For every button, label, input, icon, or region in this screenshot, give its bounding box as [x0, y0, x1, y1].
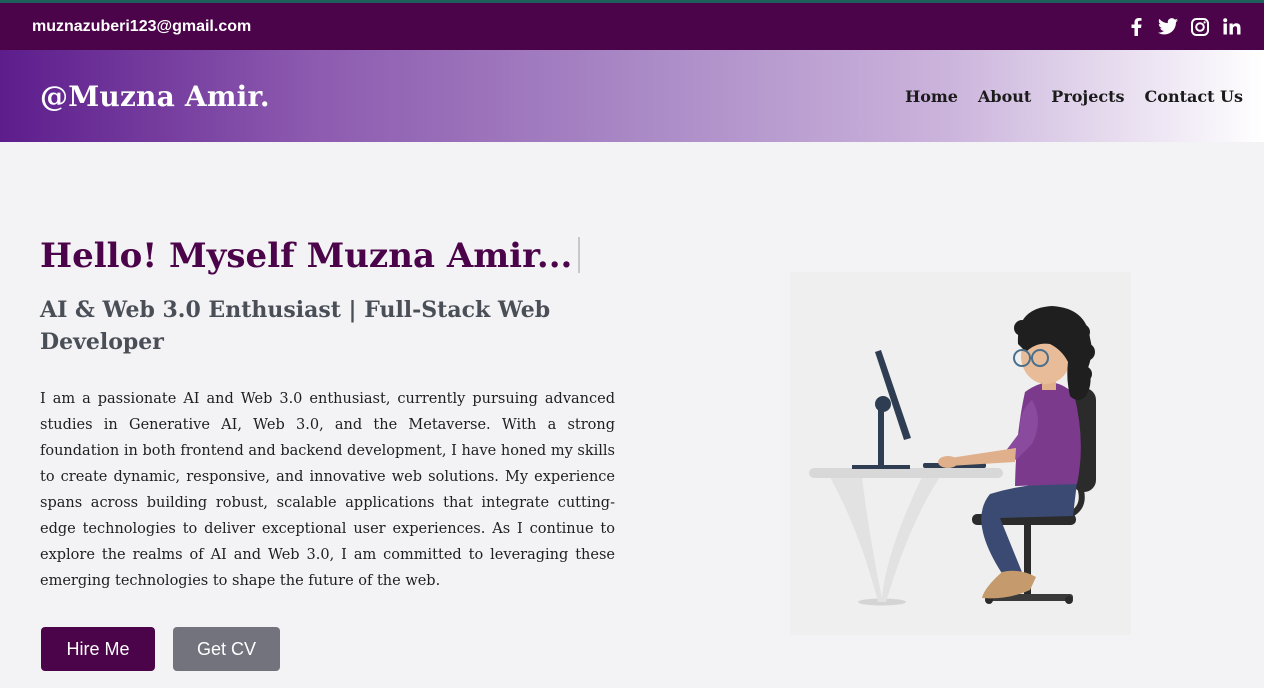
topbar: muznazuberi123@gmail.com [0, 3, 1264, 50]
nav-about[interactable]: About [978, 87, 1031, 106]
nav-home[interactable]: Home [905, 87, 958, 106]
brand-logo[interactable]: @Muzna Amir. [40, 80, 270, 113]
facebook-icon[interactable] [1126, 17, 1146, 37]
nav-contact-us[interactable]: Contact Us [1145, 87, 1243, 106]
hero-description: I am a passionate AI and Web 3.0 enthusi… [40, 391, 615, 589]
nav-projects[interactable]: Projects [1051, 87, 1124, 106]
twitter-icon[interactable] [1158, 17, 1178, 37]
navbar: @Muzna Amir. Home About Projects Contact… [0, 50, 1264, 142]
instagram-icon[interactable] [1190, 17, 1210, 37]
linkedin-icon[interactable] [1222, 17, 1242, 37]
woman-at-computer-illustration [790, 272, 1131, 635]
hire-me-button[interactable]: Hire Me [41, 627, 155, 671]
get-cv-button[interactable]: Get CV [173, 627, 280, 671]
hero-title: Hello! Myself Muzna Amir... [40, 236, 581, 276]
developer-illustration [790, 272, 1131, 635]
typing-cursor [578, 237, 581, 273]
main-nav: Home About Projects Contact Us [905, 87, 1243, 106]
hero-subtitle: AI & Web 3.0 Enthusiast | Full-Stack Web… [40, 297, 551, 355]
contact-email[interactable]: muznazuberi123@gmail.com [32, 18, 251, 36]
social-links [1126, 17, 1242, 37]
hero-title-text: Hello! Myself Muzna Amir... [40, 236, 573, 276]
